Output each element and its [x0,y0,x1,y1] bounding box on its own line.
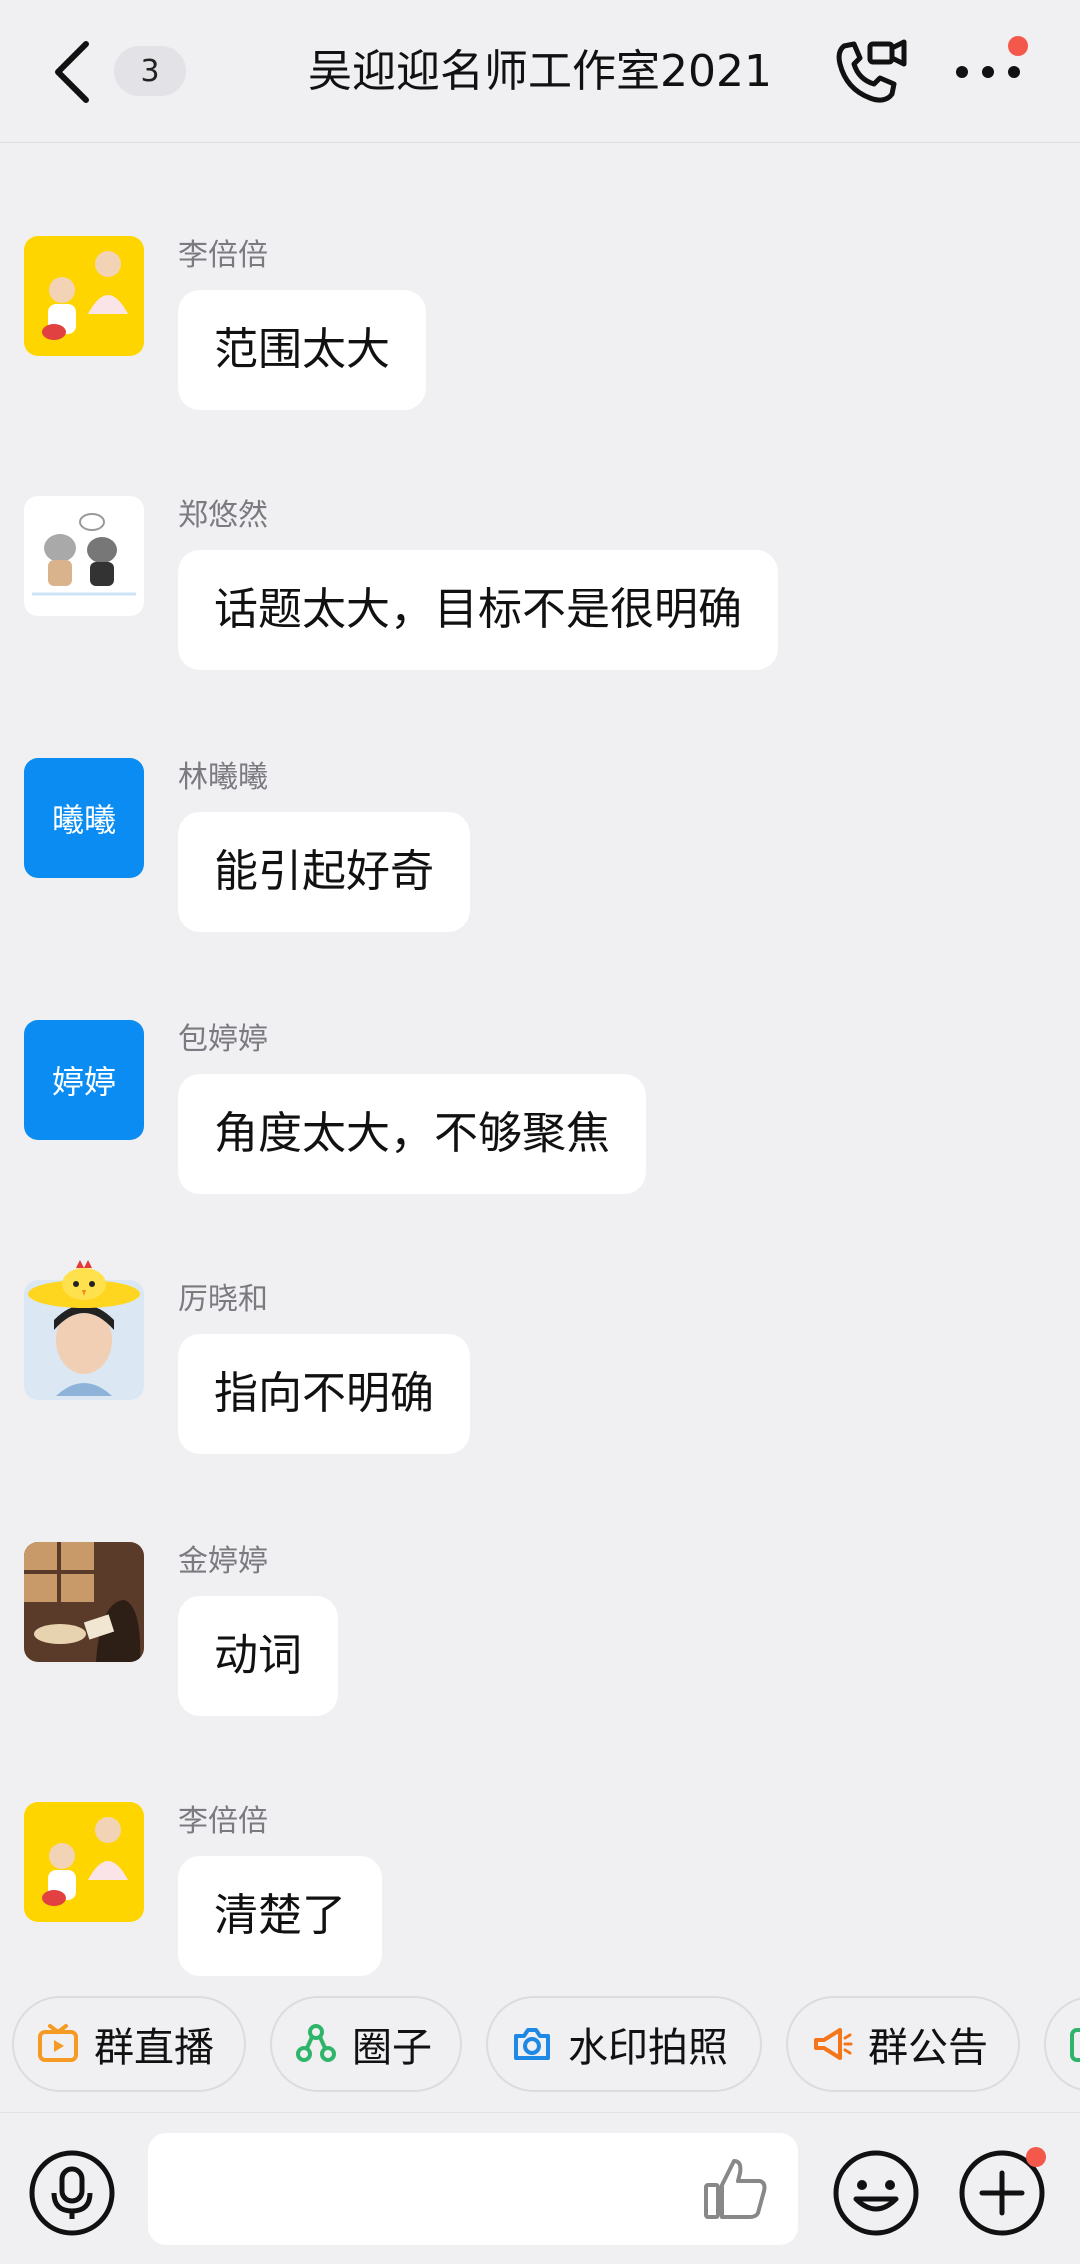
message-item: 曦曦 林曦曦 能引起好奇 [0,758,1080,938]
pill-label: 水印拍照 [568,2025,728,2071]
cartoon-cats-avatar [24,496,144,616]
group-live-button[interactable]: 群直播 [12,1996,246,2092]
sender-name: 郑悠然 [178,498,268,533]
message-item: 李倍倍 清楚了 [0,1802,1080,1982]
megaphone-icon [814,2028,853,2060]
chevron-left-icon [55,41,89,103]
kids-photo-avatar [24,236,144,356]
plus-button[interactable] [956,2147,1048,2239]
thumbs-up-icon [704,2159,767,2219]
quick-actions-bar: 群直播 圈子 水印拍照 群公告 [0,1996,1080,2096]
avatar[interactable] [24,1260,144,1400]
more-button[interactable] [952,36,1032,104]
like-button[interactable] [700,2153,772,2225]
notification-dot [1008,36,1028,56]
woman-chick-hat-avatar [24,1260,144,1400]
smiley-icon [833,2150,919,2236]
unread-count-badge[interactable]: 3 [114,46,186,96]
input-bar [0,2112,1080,2264]
pill-label: 群直播 [94,2025,214,2071]
sender-name: 李倍倍 [178,1804,268,1839]
sender-name: 包婷婷 [178,1022,268,1057]
avatar[interactable] [24,496,144,616]
message-item: 厉晓和 指向不明确 [0,1260,1080,1460]
message-bubble[interactable]: 范围太大 [178,290,426,410]
sender-name: 厉晓和 [178,1282,268,1317]
avatar[interactable] [24,1542,144,1662]
avatar[interactable]: 婷婷 [24,1020,144,1140]
pill-label: 圈子 [352,2025,432,2071]
pill-label: 群公告 [868,2025,988,2071]
chat-title: 吴迎迎名师工作室2021 [308,46,772,97]
emoji-button[interactable] [830,2147,922,2239]
voice-button[interactable] [26,2147,118,2239]
group-notice-button[interactable]: 群公告 [786,1996,1020,2092]
message-bubble[interactable]: 指向不明确 [178,1334,470,1454]
kids-photo-avatar [24,1802,144,1922]
reading-illustration-avatar [24,1542,144,1662]
message-item: 金婷婷 动词 [0,1542,1080,1722]
message-bubble[interactable]: 角度太大，不够聚焦 [178,1074,646,1194]
sender-name: 李倍倍 [178,238,268,273]
back-button[interactable] [46,30,106,114]
more-quick-action-button[interactable] [1044,1996,1080,2092]
microphone-icon [29,2150,115,2236]
circle-button[interactable]: 圈子 [270,1996,462,2092]
message-bubble[interactable]: 动词 [178,1596,338,1716]
avatar[interactable] [24,236,144,356]
message-bubble[interactable]: 清楚了 [178,1856,382,1976]
message-bubble[interactable]: 话题太大，目标不是很明确 [178,550,778,670]
sender-name: 金婷婷 [178,1544,268,1579]
avatar[interactable]: 曦曦 [24,758,144,878]
partial-icon [1070,2028,1080,2062]
sender-name: 林曦曦 [178,760,268,795]
call-button[interactable] [830,36,910,108]
message-bubble[interactable]: 能引起好奇 [178,812,470,932]
phone-video-icon [836,39,907,103]
watermark-camera-button[interactable]: 水印拍照 [486,1996,762,2092]
message-item: 婷婷 包婷婷 角度太大，不够聚焦 [0,1020,1080,1200]
circle-nodes-icon [296,2024,336,2062]
message-item: 李倍倍 范围太大 [0,236,1080,416]
camera-icon [514,2028,550,2060]
notification-dot [1026,2147,1046,2167]
tv-icon [38,2024,78,2062]
message-item: 郑悠然 话题太大，目标不是很明确 [0,496,1080,676]
chat-header: 3 吴迎迎名师工作室2021 [0,0,1080,143]
avatar[interactable] [24,1802,144,1922]
